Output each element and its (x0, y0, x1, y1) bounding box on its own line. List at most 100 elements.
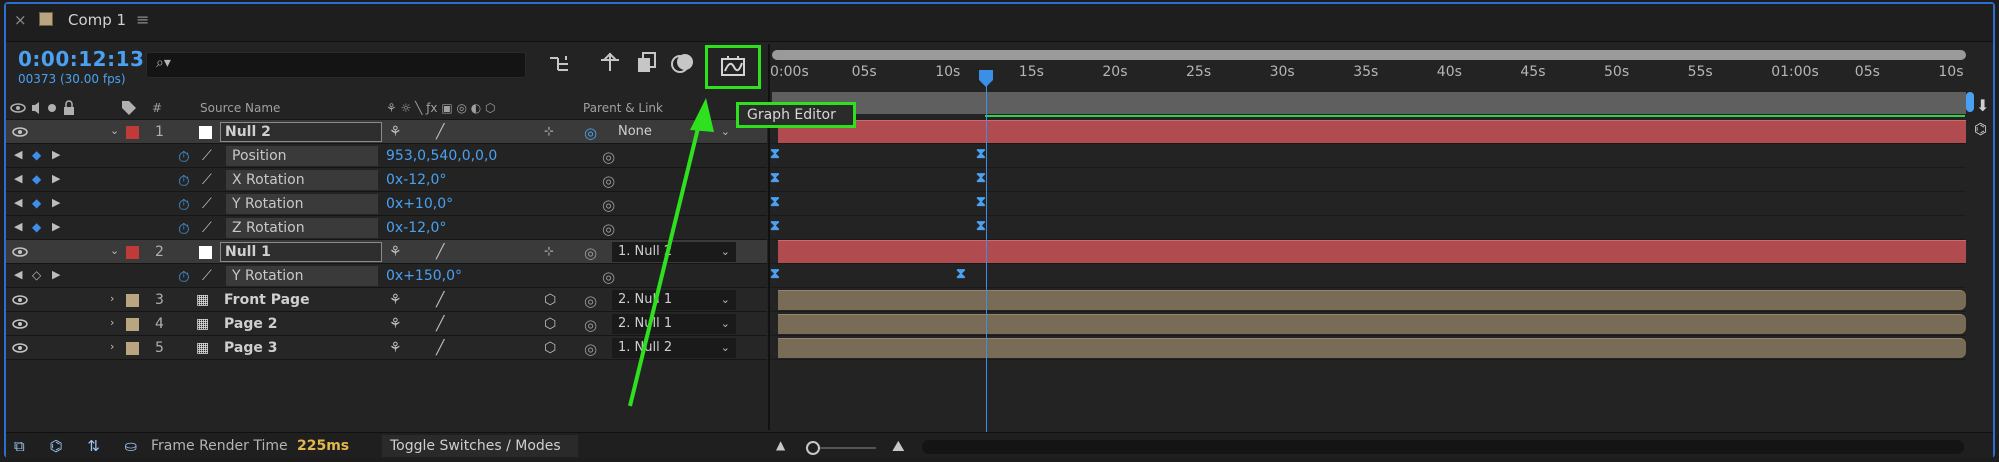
zoom-out-icon[interactable]: ▲ (776, 438, 785, 452)
keyframe-diamond-icon[interactable]: ◆ (32, 196, 41, 210)
layer-label-color[interactable] (126, 342, 139, 355)
keyframe-diamond-icon[interactable]: ◆ (32, 220, 41, 234)
prev-keyframe-icon[interactable]: ◀ (14, 268, 22, 281)
next-keyframe-icon[interactable]: ▶ (52, 148, 60, 161)
property-value[interactable]: 0x-12,0° (386, 172, 446, 188)
layer-row[interactable]: › 3 ▦ Front Page ⚘ ╱ ⬡ ◎ 2. Null 1 ⌄ (6, 288, 767, 312)
parent-pickwhip-icon[interactable]: ◎ (584, 244, 597, 262)
layer-search-input[interactable] (146, 52, 526, 78)
time-navigator-bar[interactable] (772, 50, 1966, 60)
stopwatch-icon[interactable]: ⏱ (178, 196, 190, 214)
property-name[interactable]: Position (226, 146, 378, 166)
property-name[interactable]: X Rotation (226, 170, 378, 190)
layer-duration-bar[interactable] (778, 120, 1966, 143)
current-time-indicator-line[interactable] (986, 76, 987, 432)
graph-toggle-icon[interactable]: ⟋ (202, 220, 212, 236)
zoom-slider-knob[interactable] (806, 441, 820, 455)
keyframe-icon[interactable]: ⧗ (770, 218, 780, 234)
comp-marker-bin-icon[interactable]: ⌬ (1974, 120, 1987, 138)
vertical-zoom-handle[interactable] (1966, 92, 1974, 112)
property-value[interactable]: 0x+150,0° (386, 268, 462, 284)
layer-label-color[interactable] (126, 126, 139, 139)
draft-3d-icon[interactable] (598, 50, 622, 76)
expand-chevron-icon[interactable]: ⌄ (110, 124, 119, 137)
frame-blending-icon[interactable] (635, 50, 659, 76)
visibility-eye-icon[interactable] (12, 342, 28, 354)
3d-layer-switch-icon[interactable]: ⊹ (544, 244, 554, 258)
shy-switch-icon[interactable]: ⚘ (389, 244, 402, 260)
3d-layer-switch-icon[interactable]: ⬡ (544, 340, 556, 356)
layer-row[interactable]: ⌄ 2 Null 1 ⚘ ╱ ⊹ ◎ 1. Null 2 ⌄ (6, 240, 767, 264)
property-name[interactable]: Z Rotation (226, 218, 378, 238)
work-area-bar[interactable] (772, 92, 1966, 114)
layer-name[interactable]: Null 2 (220, 122, 382, 142)
visibility-eye-icon[interactable] (12, 294, 28, 306)
next-keyframe-icon[interactable]: ▶ (52, 220, 60, 233)
parent-dropdown[interactable]: None ⌄ (612, 122, 736, 142)
expression-pickwhip-icon[interactable]: ◎ (602, 268, 615, 286)
expression-pickwhip-icon[interactable]: ◎ (602, 172, 615, 190)
keyframe-icon[interactable]: ⧗ (976, 146, 986, 162)
panel-menu-icon[interactable]: ≡ (136, 10, 149, 29)
source-name-header[interactable]: Source Name (200, 101, 280, 115)
visibility-eye-icon[interactable] (12, 126, 28, 138)
3d-layer-switch-icon[interactable]: ⊹ (544, 124, 554, 138)
layer-label-color[interactable] (126, 294, 139, 307)
property-name[interactable]: Y Rotation (226, 266, 378, 286)
layer-row[interactable]: › 4 ▦ Page 2 ⚘ ╱ ⬡ ◎ 2. Null 1 ⌄ (6, 312, 767, 336)
composition-mini-flowchart-icon[interactable] (548, 52, 572, 76)
layer-label-color[interactable] (126, 318, 139, 331)
keyframe-icon[interactable]: ⧗ (770, 194, 780, 210)
keyframe-diamond-icon[interactable]: ◆ (32, 148, 41, 162)
parent-link-header[interactable]: Parent & Link (583, 101, 663, 115)
keyframe-icon[interactable]: ⧗ (770, 170, 780, 186)
quality-switch-icon[interactable]: ╱ (436, 124, 444, 140)
prev-keyframe-icon[interactable]: ◀ (14, 220, 22, 233)
close-tab-icon[interactable]: × (14, 11, 27, 29)
parent-dropdown[interactable]: 1. Null 2 ⌄ (612, 338, 736, 358)
parent-dropdown[interactable]: 2. Null 1 ⌄ (612, 314, 736, 334)
layer-name[interactable]: Front Page (224, 292, 310, 308)
3d-layer-switch-icon[interactable]: ⬡ (544, 316, 556, 332)
layer-duration-bar[interactable] (778, 314, 1966, 334)
layer-label-color[interactable] (126, 246, 139, 259)
keyframe-empty-diamond-icon[interactable]: ◇ (32, 268, 41, 282)
quality-switch-icon[interactable]: ╱ (436, 316, 444, 332)
property-value[interactable]: 0x+10,0° (386, 196, 453, 212)
expand-chevron-icon[interactable]: › (110, 340, 114, 353)
expand-chevron-icon[interactable]: › (110, 316, 114, 329)
layer-row[interactable]: › 5 ▦ Page 3 ⚘ ╱ ⬡ ◎ 1. Null 2 ⌄ (6, 336, 767, 360)
graph-toggle-icon[interactable]: ⟋ (202, 196, 212, 212)
next-keyframe-icon[interactable]: ▶ (52, 172, 60, 185)
parent-pickwhip-icon[interactable]: ◎ (584, 340, 597, 358)
prev-keyframe-icon[interactable]: ◀ (14, 172, 22, 185)
parent-pickwhip-icon[interactable]: ◎ (584, 124, 597, 142)
shy-switch-icon[interactable]: ⚘ (389, 124, 402, 140)
next-keyframe-icon[interactable]: ▶ (52, 196, 60, 209)
quality-switch-icon[interactable]: ╱ (436, 292, 444, 308)
next-keyframe-icon[interactable]: ▶ (52, 268, 60, 281)
layer-duration-bar[interactable] (778, 290, 1966, 310)
visibility-eye-icon[interactable] (12, 318, 28, 330)
stopwatch-icon[interactable]: ⏱ (178, 220, 190, 238)
keyframe-icon[interactable]: ⧗ (956, 266, 966, 282)
bottom-panel-toggle-icons[interactable]: ⧉ ⌬ ⇅ ⛀ (14, 437, 147, 455)
quality-switch-icon[interactable]: ╱ (436, 244, 444, 260)
layer-name[interactable]: Page 2 (224, 316, 277, 332)
layer-name[interactable]: Null 1 (220, 242, 382, 262)
graph-toggle-icon[interactable]: ⟋ (202, 172, 212, 188)
parent-dropdown[interactable]: 1. Null 2 ⌄ (612, 242, 736, 262)
expression-pickwhip-icon[interactable]: ◎ (602, 220, 615, 238)
shy-switch-icon[interactable]: ⚘ (389, 316, 402, 332)
layer-row[interactable]: ⌄ 1 Null 2 ⚘ ╱ ⊹ ◎ None ⌄ (6, 120, 767, 144)
stopwatch-icon[interactable]: ⏱ (178, 268, 190, 286)
parent-dropdown[interactable]: 2. Null 1 ⌄ (612, 290, 736, 310)
keyframe-icon[interactable]: ⧗ (770, 266, 780, 282)
motion-blur-icon[interactable] (670, 50, 696, 76)
keyframe-diamond-icon[interactable]: ◆ (32, 172, 41, 186)
shy-switch-icon[interactable]: ⚘ (389, 292, 402, 308)
property-value[interactable]: 0x-12,0° (386, 220, 446, 236)
property-value[interactable]: 953,0,540,0,0,0 (386, 148, 497, 164)
shy-switch-icon[interactable]: ⚘ (389, 340, 402, 356)
layer-name[interactable]: Page 3 (224, 340, 277, 356)
